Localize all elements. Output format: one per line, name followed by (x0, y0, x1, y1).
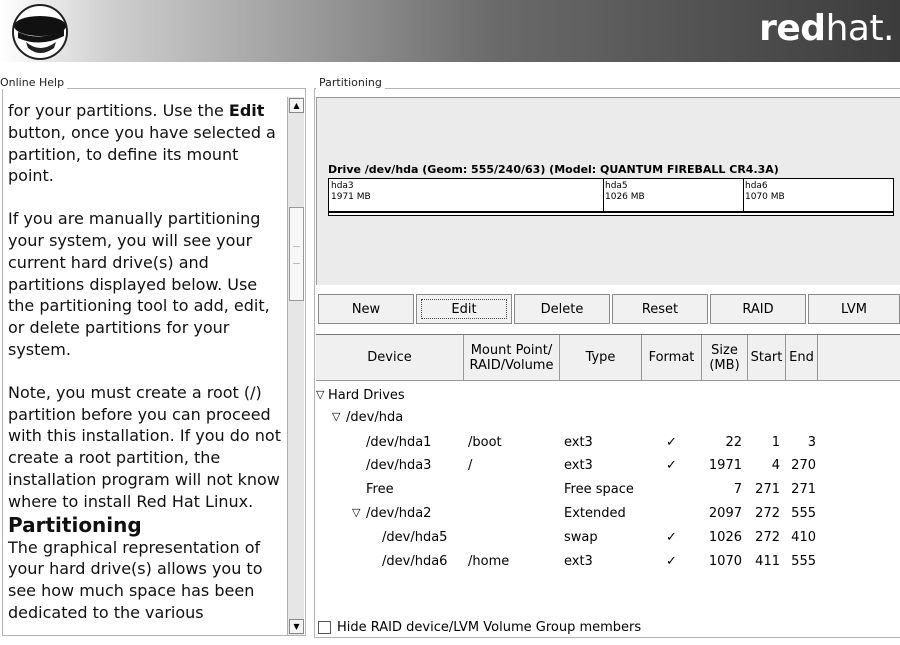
check-icon: ✓ (666, 530, 677, 545)
expander-triangle-icon[interactable]: ▽ (316, 388, 324, 401)
raid-button[interactable]: RAID (710, 294, 806, 324)
column-header-end[interactable]: End (786, 335, 818, 381)
check-icon: ✓ (666, 458, 677, 473)
partition-segment-hda6[interactable]: hda6 1070 MB (743, 179, 891, 213)
new-button[interactable]: New (318, 294, 414, 324)
scroll-down-arrow-icon[interactable]: ▼ (289, 619, 304, 634)
scroll-up-arrow-icon[interactable]: ▲ (289, 98, 304, 113)
header-banner: redhat. (0, 0, 900, 62)
table-row[interactable]: /dev/hda3 / ext3 ✓ 1971 4 270 (316, 455, 900, 477)
column-header-type[interactable]: Type (560, 335, 642, 381)
partition-table[interactable]: Device Mount Point/RAID/Volume Type Form… (316, 334, 900, 607)
help-paragraph: The graphical representation of your har… (8, 537, 263, 622)
column-header-mount[interactable]: Mount Point/RAID/Volume (464, 335, 560, 381)
column-header-device[interactable]: Device (316, 335, 464, 381)
help-scrollbar[interactable]: ▲ ▼ (287, 97, 304, 635)
redhat-brand-wordmark: redhat. (759, 8, 894, 49)
hide-raid-label: Hide RAID device/LVM Volume Group member… (337, 620, 642, 635)
tree-row-hard-drives[interactable]: ▽ Hard Drives (316, 385, 900, 407)
redhat-shadowman-logo-icon (12, 4, 68, 60)
column-header-start[interactable]: Start (748, 335, 786, 381)
lvm-button[interactable]: LVM (808, 294, 900, 324)
table-row[interactable]: /dev/hda1 /boot ext3 ✓ 22 1 3 (316, 432, 900, 454)
delete-button[interactable]: Delete (514, 294, 610, 324)
table-row[interactable]: ▽ /dev/hda2 Extended 2097 272 555 (316, 503, 900, 525)
check-icon: ✓ (666, 435, 677, 450)
tree-row-dev-hda[interactable]: ▽ /dev/hda (316, 407, 900, 429)
column-header-format[interactable]: Format (642, 335, 702, 381)
drive-partition-map[interactable]: hda3 1971 MB hda5 1026 MB hda6 1070 MB (328, 178, 894, 216)
check-icon: ✓ (666, 554, 677, 569)
expander-triangle-icon[interactable]: ▽ (332, 410, 340, 423)
help-paragraph: If you are manually partitioning your sy… (8, 209, 270, 359)
online-help-text: for your partitions. Use the Edit button… (8, 100, 286, 645)
help-paragraph: Note, you must create a root (/) partiti… (8, 382, 281, 511)
help-heading: Partitioning (8, 512, 142, 537)
partition-segment-hda3[interactable]: hda3 1971 MB (329, 179, 604, 213)
table-row[interactable]: Free Free space 7 271 271 (316, 479, 900, 501)
edit-button[interactable]: Edit (416, 294, 512, 324)
table-header: Device Mount Point/RAID/Volume Type Form… (316, 335, 900, 381)
drive-label: Drive /dev/hda (Geom: 555/240/63) (Model… (328, 163, 779, 176)
hide-raid-checkbox[interactable] (318, 621, 331, 634)
table-row[interactable]: /dev/hda5 swap ✓ 1026 272 410 (316, 527, 900, 549)
table-row[interactable]: /dev/hda6 /home ext3 ✓ 1070 411 555 (316, 551, 900, 573)
partition-segment-hda5[interactable]: hda5 1026 MB (603, 179, 744, 213)
online-help-title: Online Help (0, 76, 68, 89)
column-header-filler (818, 335, 900, 381)
help-paragraph: for your partitions. Use the Edit button… (8, 101, 276, 186)
expander-triangle-icon[interactable]: ▽ (352, 506, 360, 519)
partitioning-title: Partitioning (316, 76, 385, 89)
partition-toolbar: New Edit Delete Reset RAID LVM (316, 294, 900, 328)
hide-raid-option[interactable]: Hide RAID device/LVM Volume Group member… (318, 620, 641, 635)
scrollbar-thumb[interactable] (289, 207, 304, 301)
column-header-size[interactable]: Size (MB) (702, 335, 748, 381)
reset-button[interactable]: Reset (612, 294, 708, 324)
